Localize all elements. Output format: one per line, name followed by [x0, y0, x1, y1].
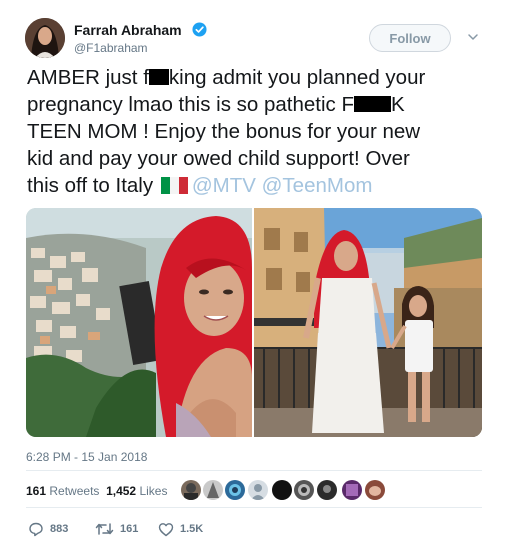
tweet-text: AMBER just f king admit you planned your … — [27, 64, 492, 199]
redaction-bar — [354, 96, 392, 112]
liker-avatar[interactable] — [248, 480, 268, 500]
tweet-line-2: pregnancy lmao this is so pathetic F K — [27, 91, 492, 118]
retweets-count: 161 — [26, 484, 47, 498]
avatar[interactable] — [25, 18, 65, 58]
tweet-line-1: AMBER just f king admit you planned your — [27, 64, 492, 91]
liker-avatar[interactable] — [181, 480, 201, 500]
retweet-icon — [95, 523, 114, 535]
tweet-text-segment: this off to Italy — [27, 174, 154, 197]
verified-badge-icon — [192, 22, 207, 37]
tweet-photo-1[interactable] — [26, 208, 252, 437]
tweet-text-segment: AMBER just f — [27, 66, 149, 89]
retweets-stat[interactable]: 161 Retweets — [26, 484, 99, 498]
tweet-photo-2[interactable] — [254, 208, 482, 437]
liker-avatar[interactable] — [294, 480, 314, 500]
tweet-line-4: kid and pay your owed child support! Ove… — [27, 147, 410, 170]
divider — [26, 470, 482, 471]
likes-stat[interactable]: 1,452 Likes — [106, 484, 167, 498]
tweet-text-segment: pregnancy lmao this is so pathetic F — [27, 93, 355, 116]
likes-count: 1,452 — [106, 484, 137, 498]
tweet-text-segment: king admit you planned your — [168, 66, 426, 89]
tweet-line-5: this off to Italy @MTV @TeenMom — [27, 172, 492, 199]
liker-avatar[interactable] — [365, 480, 385, 500]
liker-avatar[interactable] — [317, 480, 337, 500]
liker-avatar[interactable] — [342, 480, 362, 500]
italy-flag-icon — [160, 177, 188, 194]
like-icon — [158, 522, 174, 536]
likes-label: Likes — [139, 484, 168, 498]
reply-count: 883 — [50, 523, 69, 535]
display-name[interactable]: Farrah Abraham — [74, 22, 182, 38]
tweet-line-3: TEEN MOM ! Enjoy the bonus for your new — [27, 120, 421, 143]
mention-link[interactable]: @TeenMom — [262, 174, 373, 197]
retweets-label: Retweets — [49, 484, 100, 498]
tweet-text-segment: K — [391, 93, 405, 116]
retweet-button[interactable]: 161 — [95, 520, 138, 538]
redaction-bar — [148, 69, 169, 85]
chevron-down-icon[interactable] — [467, 32, 479, 42]
like-button[interactable]: 1.5K — [158, 520, 203, 538]
liker-avatar[interactable] — [225, 480, 245, 500]
reply-button[interactable]: 883 — [28, 520, 68, 538]
user-handle[interactable]: @F1abraham — [74, 41, 148, 55]
like-count: 1.5K — [180, 523, 204, 535]
reply-icon — [29, 522, 43, 537]
liker-avatar[interactable] — [203, 480, 223, 500]
follow-button[interactable]: Follow — [369, 24, 451, 52]
liker-avatar[interactable] — [272, 480, 292, 500]
divider — [26, 507, 482, 508]
tweet-timestamp[interactable]: 6:28 PM - 15 Jan 2018 — [26, 450, 147, 464]
engagement-stats: 161 Retweets 1,452 Likes — [26, 484, 167, 498]
retweet-count: 161 — [120, 523, 139, 535]
mention-link[interactable]: @MTV — [192, 174, 256, 197]
